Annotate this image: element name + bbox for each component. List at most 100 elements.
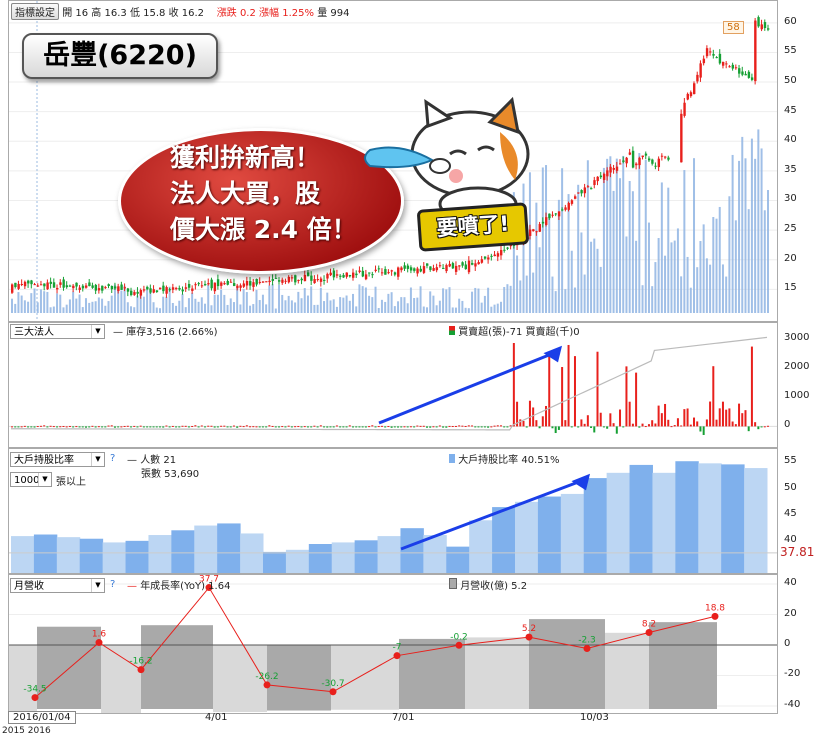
buysell-bar [390,426,393,428]
help-icon[interactable]: ? [110,453,115,464]
volume-bar [377,308,380,313]
buysell-bar [651,420,654,427]
volume-bar [23,300,26,313]
candle-body [464,264,467,270]
volume-bar [747,209,750,313]
buysell-bar [750,346,753,427]
buysell-bar [165,425,168,427]
candle-body [155,290,159,293]
x-axis-years: 2015 2016 [2,726,51,736]
candle-body [454,265,458,272]
buysell-bar [323,426,326,428]
volume-bar [625,236,628,313]
help-icon[interactable]: ? [110,579,115,590]
volume-bar [345,295,348,313]
candle-body [606,170,609,177]
buysell-bar [261,426,264,428]
volume-bar [757,129,760,313]
y-tick-label: 30 [784,193,797,205]
volume-bar [693,158,696,313]
revenue-select[interactable]: 月營收 ▼ [10,578,105,593]
candle-body [413,268,416,271]
volume-bar [303,288,306,313]
open-value: 16 [75,8,89,19]
trend-arrow [378,351,555,425]
volume-bar [767,190,769,313]
volume-bar [499,301,502,313]
candle-body [734,67,738,69]
volume-bar [397,301,400,313]
volume-bar [664,255,667,313]
volume-bar [110,295,113,313]
x-tick-label: 7/01 [392,712,415,723]
buysell-bar [499,425,502,427]
y-tick-label: 0 [784,419,791,431]
volume-bar [461,300,464,313]
buysell-bar [728,408,731,427]
volume-bar [538,247,541,313]
buysell-bar [509,425,512,427]
candle-body [78,287,81,290]
candle-body [332,270,336,278]
yoy-point [525,633,533,641]
volume-bar [229,298,232,313]
y-tick-label: 37.81 [780,544,815,559]
volume-bar [471,291,474,313]
volume-bar [155,307,158,313]
buysell-bar [590,426,593,429]
buysell-bar [36,426,39,428]
volume-bar [721,264,724,313]
candle-body [368,272,371,274]
volume-bar [191,292,194,313]
candle-body [442,267,445,270]
buysell-bar [538,426,541,429]
candle-body [619,163,622,165]
volume-bar [332,299,335,313]
holders-bar [469,520,493,573]
buysell-bar [84,426,87,428]
candle-body [573,196,577,199]
pct-label: 漲幅 [259,8,280,19]
volume-bar [725,276,728,313]
threshold-select[interactable]: 1000 ▼ [10,472,52,487]
indicator-settings-button[interactable]: 指標設定 [11,3,59,20]
buysell-bar [46,426,49,428]
volume-bar [458,298,461,313]
buysell-bar [274,426,277,428]
buysell-bar [242,426,245,428]
holders-select[interactable]: 大戶持股比率 ▼ [10,452,105,467]
candle-body [68,285,72,287]
candle-body [59,282,62,285]
volume-bar [670,242,673,313]
buysell-bar [676,418,679,427]
yoy-point [393,652,401,660]
candle-body [36,285,40,287]
buysell-bar [94,426,97,428]
holders-bar [125,540,149,573]
volume-bar [81,307,84,313]
buysell-bar [204,426,207,428]
volume-bar [503,287,506,313]
volume-bar [120,290,123,313]
buysell-bar [220,425,223,427]
institutional-select[interactable]: 三大法人 ▼ [10,324,105,339]
volume-bar [474,287,477,313]
y-tick-label: 2000 [784,361,810,373]
revenue-bar [101,645,141,713]
buysell-bar [97,426,100,428]
holders-bar [308,544,333,573]
buysell-bar [448,425,451,427]
y-tick-label: 15 [784,282,797,294]
volume-bar [754,158,757,313]
candle-body [503,249,506,251]
buysell-bar [689,424,692,427]
revenue-bar [649,622,717,709]
holders-bar [652,472,676,573]
candle-body [207,283,210,285]
volume-bar [261,294,264,313]
y-tick-label: 50 [784,75,797,87]
volume-bar [184,307,187,313]
buysell-bar [14,426,17,428]
volume-bar [686,256,689,313]
volume-bar [393,306,396,313]
